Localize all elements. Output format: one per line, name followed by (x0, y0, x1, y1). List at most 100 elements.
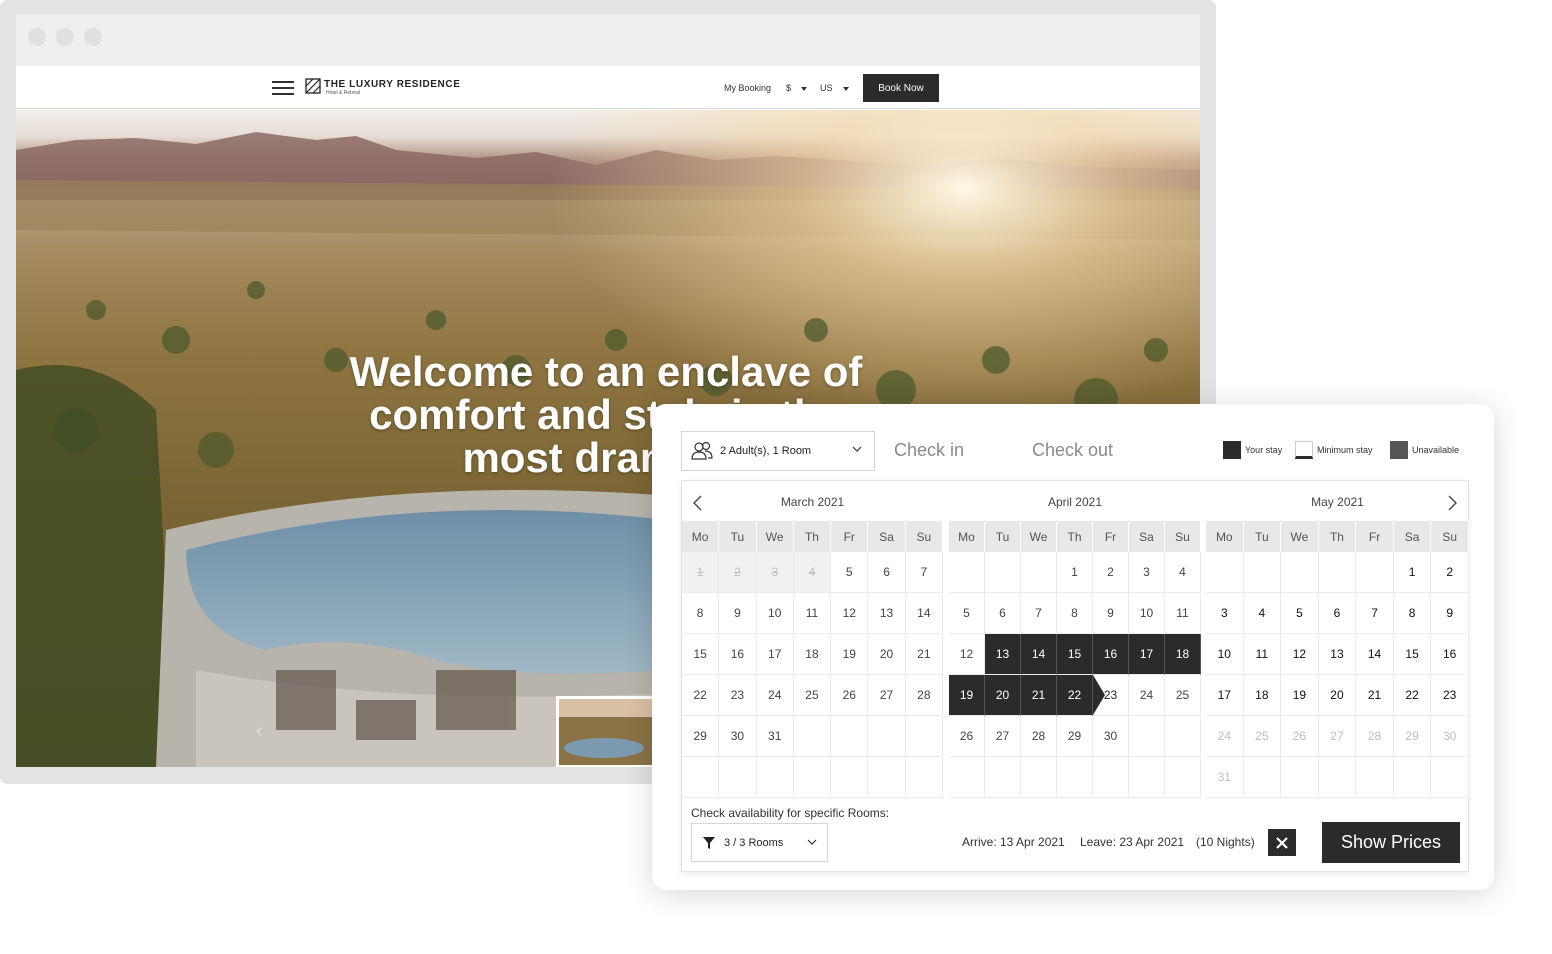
calendar-day[interactable]: 28 (1021, 716, 1057, 757)
calendar-day[interactable]: 23 (719, 675, 757, 716)
calendar-day[interactable]: 26 (949, 716, 985, 757)
calendar-day-checkout[interactable]: 23 (1093, 675, 1129, 716)
calendar-day[interactable]: 11 (1165, 593, 1201, 634)
calendar-day[interactable]: 29 (682, 716, 720, 757)
calendar-day[interactable]: 3 (1129, 552, 1165, 593)
calendar-day[interactable]: 6 (1318, 593, 1357, 634)
calendar-day[interactable]: 12 (949, 634, 985, 675)
rooms-filter-select[interactable]: 3 / 3 Rooms (691, 823, 828, 862)
calendar-day[interactable]: 13 (868, 593, 906, 634)
calendar-day[interactable]: 15 (1393, 634, 1432, 675)
weekday-label: Sa (868, 521, 906, 552)
calendar-day[interactable]: 18 (793, 634, 832, 675)
calendar-day[interactable]: 24 (1129, 675, 1165, 716)
calendar-day-selected[interactable]: 15 (1057, 634, 1093, 675)
calendar-day-selected[interactable]: 19 (949, 675, 985, 716)
calendar-day[interactable]: 30 (719, 716, 757, 757)
calendar-day[interactable]: 1 (1393, 552, 1432, 593)
calendar-day[interactable]: 2 (1431, 552, 1469, 593)
calendar-day[interactable]: 22 (1393, 675, 1432, 716)
calendar-day[interactable]: 1 (1057, 552, 1093, 593)
calendar-day[interactable]: 23 (1431, 675, 1469, 716)
calendar-day[interactable]: 17 (1206, 675, 1244, 716)
calendar-day[interactable]: 19 (1281, 675, 1319, 716)
calendar-day[interactable]: 16 (1431, 634, 1469, 675)
calendar-day-selected[interactable]: 20 (985, 675, 1021, 716)
currency-select[interactable]: $ (786, 83, 808, 93)
check-out-field[interactable]: Check out (1032, 440, 1113, 461)
calendar-day-selected[interactable]: 14 (1021, 634, 1057, 675)
check-in-field[interactable]: Check in (894, 440, 964, 461)
calendar-day[interactable]: 18 (1243, 675, 1282, 716)
calendar-day[interactable]: 14 (1356, 634, 1394, 675)
calendar-day-selected[interactable]: 17 (1129, 634, 1165, 675)
calendar-day[interactable]: 20 (868, 634, 906, 675)
show-prices-button[interactable]: Show Prices (1322, 822, 1460, 863)
calendar-day[interactable]: 4 (1243, 593, 1282, 634)
calendar-day[interactable]: 4 (1165, 552, 1201, 593)
locale-select[interactable]: US (820, 83, 849, 93)
brand-name[interactable]: THE LUXURY RESIDENCE (324, 79, 460, 90)
calendar-day[interactable]: 11 (1243, 634, 1282, 675)
calendar-day[interactable]: 10 (1129, 593, 1165, 634)
calendar-day[interactable]: 6 (985, 593, 1021, 634)
calendar-day[interactable]: 10 (756, 593, 794, 634)
calendar-day[interactable]: 30 (1093, 716, 1129, 757)
weekday-label: Mo (949, 521, 985, 552)
hamburger-menu-icon[interactable] (272, 80, 294, 96)
calendar-day[interactable]: 6 (868, 552, 906, 593)
calendar-day[interactable]: 8 (1393, 593, 1432, 634)
calendar-day[interactable]: 3 (1206, 593, 1244, 634)
calendar-day[interactable]: 20 (1318, 675, 1357, 716)
calendar-day[interactable]: 31 (756, 716, 794, 757)
calendar-day[interactable]: 14 (905, 593, 943, 634)
calendar-day[interactable]: 17 (756, 634, 794, 675)
calendar-day[interactable]: 27 (868, 675, 906, 716)
calendar-day[interactable]: 21 (1356, 675, 1394, 716)
calendar-day[interactable]: 8 (682, 593, 720, 634)
my-booking-link[interactable]: My Booking (724, 83, 771, 93)
calendar-day[interactable]: 10 (1206, 634, 1244, 675)
calendar-day[interactable]: 5 (1281, 593, 1319, 634)
calendar-day-selected[interactable]: 18 (1165, 634, 1201, 675)
window-close-dot[interactable] (28, 28, 46, 46)
calendar-day[interactable]: 15 (682, 634, 720, 675)
calendar-day[interactable]: 9 (1093, 593, 1129, 634)
calendar-day[interactable]: 8 (1057, 593, 1093, 634)
calendar-day[interactable]: 25 (1165, 675, 1201, 716)
empty-day-cell (1318, 552, 1357, 593)
calendar-day-selected[interactable]: 13 (985, 634, 1021, 675)
calendar-day[interactable]: 25 (793, 675, 832, 716)
thumbnail-prev-icon[interactable]: ‹ (256, 720, 263, 743)
clear-dates-button[interactable] (1268, 829, 1296, 856)
gallery-thumbnail[interactable] (556, 696, 656, 767)
calendar-day[interactable]: 12 (831, 593, 869, 634)
window-minimize-dot[interactable] (56, 28, 74, 46)
calendar-day[interactable]: 19 (831, 634, 869, 675)
calendar-day[interactable]: 28 (905, 675, 943, 716)
calendar-day[interactable]: 24 (756, 675, 794, 716)
calendar-day[interactable]: 12 (1281, 634, 1319, 675)
calendar-day[interactable]: 5 (949, 593, 985, 634)
calendar-day[interactable]: 29 (1057, 716, 1093, 757)
calendar-day[interactable]: 5 (831, 552, 869, 593)
calendar-day[interactable]: 7 (1356, 593, 1394, 634)
calendar-day[interactable]: 16 (719, 634, 757, 675)
calendar-day[interactable]: 13 (1318, 634, 1357, 675)
calendar-day[interactable]: 2 (1093, 552, 1129, 593)
calendar-day-selected[interactable]: 16 (1093, 634, 1129, 675)
calendar-day[interactable]: 22 (682, 675, 720, 716)
calendar-day[interactable]: 21 (905, 634, 943, 675)
calendar-day[interactable]: 7 (1021, 593, 1057, 634)
window-maximize-dot[interactable] (84, 28, 102, 46)
calendar-day[interactable]: 9 (1431, 593, 1469, 634)
calendar-day[interactable]: 26 (831, 675, 869, 716)
calendar-day[interactable]: 27 (985, 716, 1021, 757)
book-now-button[interactable]: Book Now (863, 74, 939, 102)
calendar-day[interactable]: 9 (719, 593, 757, 634)
calendar-day[interactable]: 11 (793, 593, 832, 634)
calendar-day-selected[interactable]: 21 (1021, 675, 1057, 716)
calendar-day[interactable]: 7 (905, 552, 943, 593)
calendar-day-selected[interactable]: 22 (1057, 675, 1093, 716)
guests-rooms-select[interactable]: 2 Adult(s), 1 Room (681, 431, 875, 471)
